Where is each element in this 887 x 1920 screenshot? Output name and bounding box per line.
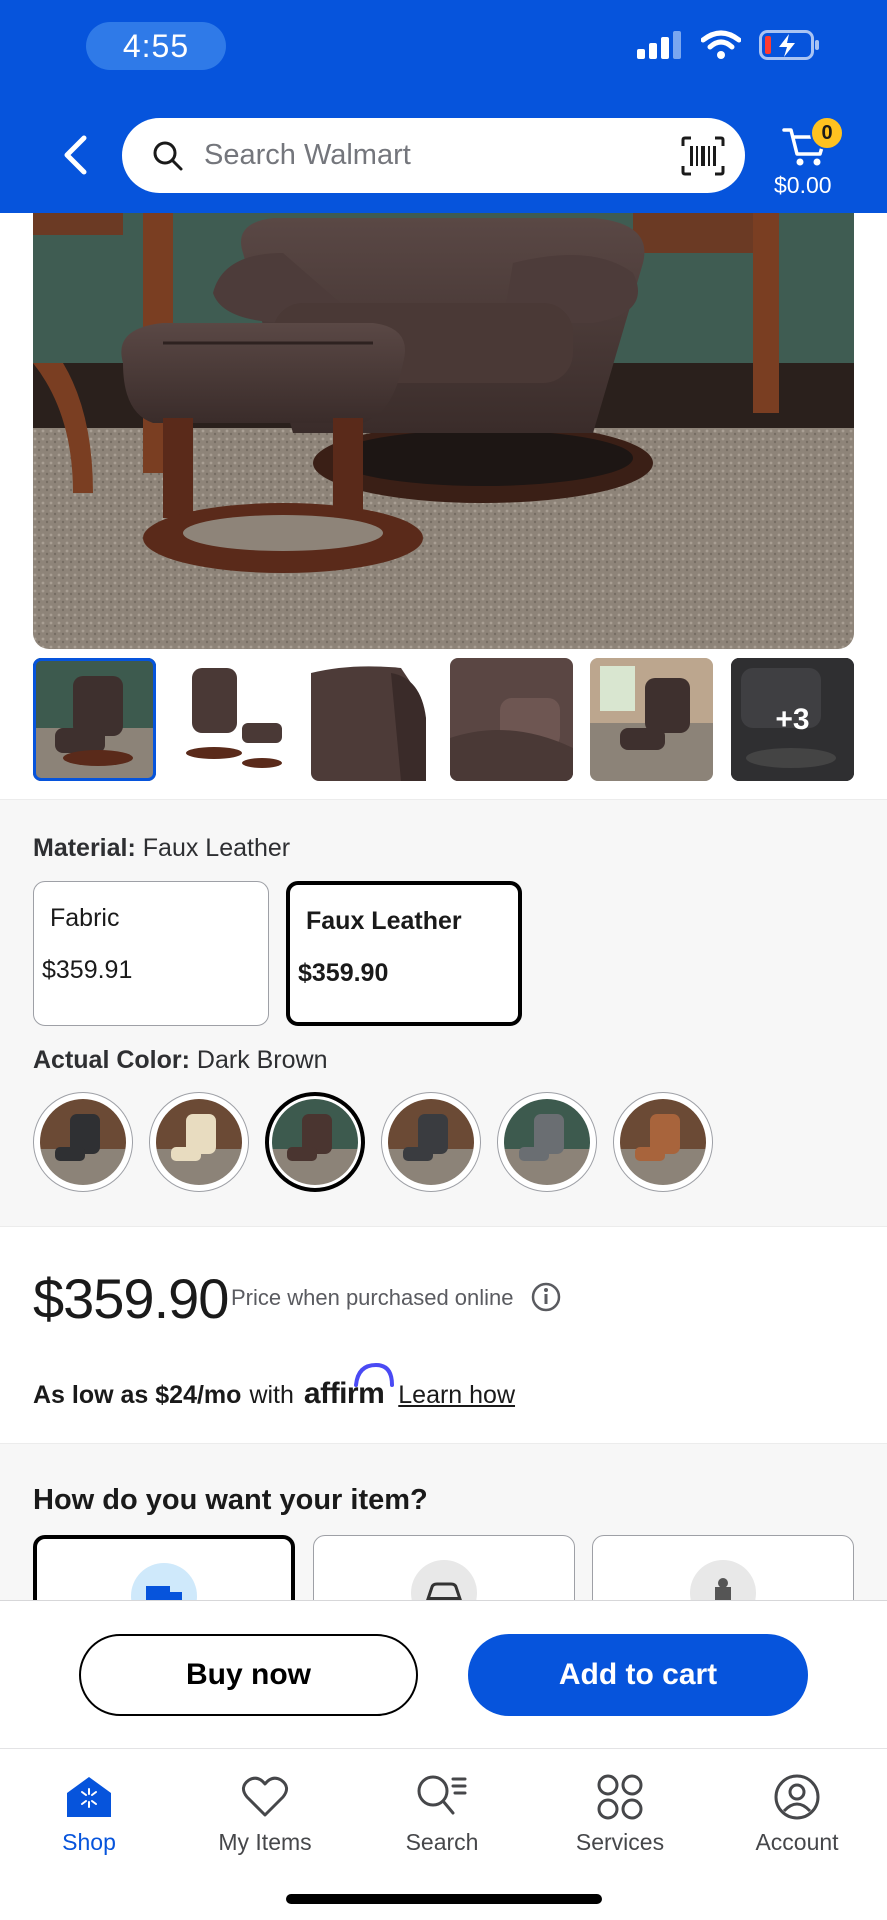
option-name: Faux Leather (306, 907, 462, 935)
search-icon (153, 141, 183, 170)
thumbnail-image (311, 666, 426, 781)
chevron-left-icon (64, 135, 87, 175)
purchase-action-bar: Buy now Add to cart (0, 1600, 887, 1748)
option-name: Fabric (50, 904, 120, 932)
cart-button[interactable]: 0 $0.00 (770, 116, 870, 206)
fulfillment-option-shipping[interactable] (33, 1535, 295, 1600)
more-images-count: +3 (775, 702, 810, 736)
tab-label: Shop (62, 1829, 116, 1855)
thumbnail-image (450, 658, 573, 781)
thumbnail-4[interactable] (450, 658, 573, 781)
affirm-logo: affirm (304, 1363, 394, 1411)
with-text: with (249, 1381, 294, 1409)
battery-charging-icon (759, 30, 819, 60)
color-swatch-gray[interactable] (497, 1092, 597, 1192)
color-swatch-black[interactable] (33, 1092, 133, 1192)
price-note: Price when purchased online (231, 1285, 514, 1310)
thumbnail-2[interactable] (172, 658, 295, 781)
tab-shop[interactable]: Shop (14, 1769, 164, 1869)
material-value: Faux Leather (142, 834, 291, 862)
color-label: Actual Color: (33, 1046, 190, 1074)
services-grid-icon (597, 1774, 643, 1820)
thumbnail-5[interactable] (590, 658, 713, 781)
color-swatch-tan[interactable] (613, 1092, 713, 1192)
fulfillment-title: How do you want your item? (33, 1484, 428, 1516)
back-button[interactable] (50, 130, 100, 180)
swatch-image (388, 1099, 474, 1185)
delivery-icon (690, 1560, 756, 1600)
tab-label: Services (575, 1829, 665, 1855)
product-main-image[interactable] (33, 213, 854, 649)
add-to-cart-button[interactable]: Add to cart (468, 1634, 808, 1716)
affirm-arc-icon (353, 1363, 394, 1387)
cart-total: $0.00 (774, 172, 832, 198)
cart-count-badge: 0 (810, 116, 844, 150)
thumbnail-3[interactable] (311, 658, 434, 781)
swatch-image (272, 1099, 358, 1185)
material-label-row: Material: Faux Leather (33, 834, 290, 863)
tab-my-items[interactable]: My Items (190, 1769, 340, 1869)
shop-home-icon (67, 1777, 111, 1817)
color-value: Dark Brown (196, 1046, 328, 1074)
barcode-scan-icon[interactable] (681, 136, 725, 176)
thumbnail-image (590, 658, 713, 781)
status-time: 4:55 (86, 22, 226, 70)
shipping-icon (131, 1563, 197, 1600)
search-placeholder: Search Walmart (204, 139, 411, 171)
swatch-image (40, 1099, 126, 1185)
fulfillment-option-delivery[interactable] (592, 1535, 854, 1600)
status-icons (637, 30, 821, 60)
fulfillment-option-pickup[interactable] (313, 1535, 575, 1600)
buy-now-button[interactable]: Buy now (79, 1634, 418, 1716)
thumbnail-image (186, 668, 282, 768)
search-input[interactable]: Search Walmart (122, 118, 745, 193)
pickup-car-icon (411, 1560, 477, 1600)
wifi-icon (701, 30, 741, 59)
image-thumbnails: +3 (33, 658, 854, 781)
product-price: $359.90 (33, 1267, 229, 1330)
home-indicator (286, 1894, 602, 1904)
swatch-image (504, 1099, 590, 1185)
tab-label: Search (405, 1829, 479, 1855)
app-header: 4:55 Search Walmart 0 $0.00 (0, 0, 887, 213)
thumbnail-more[interactable]: +3 (731, 658, 854, 781)
tab-label: My Items (218, 1829, 312, 1855)
fulfillment-section: How do you want your item? (0, 1443, 887, 1600)
color-swatch-dark-gray[interactable] (381, 1092, 481, 1192)
swatch-image (156, 1099, 242, 1185)
swatch-image (620, 1099, 706, 1185)
search-list-icon (417, 1775, 467, 1815)
signal-icon (637, 31, 681, 59)
color-swatch-dark-brown[interactable] (265, 1092, 365, 1192)
color-swatch-cream[interactable] (149, 1092, 249, 1192)
thumbnail-1[interactable] (33, 658, 156, 781)
tab-services[interactable]: Services (545, 1769, 695, 1869)
option-price: $359.91 (42, 956, 133, 984)
as-low-as-text: As low as $24/mo (33, 1381, 242, 1409)
color-label-row: Actual Color: Dark Brown (33, 1046, 328, 1075)
option-price: $359.90 (298, 959, 389, 987)
info-icon[interactable] (530, 1281, 562, 1313)
recliner-with-ottoman-photo (33, 213, 854, 649)
financing-row: As low as $24/mo with affirm Learn how (33, 1363, 515, 1411)
material-option-fabric[interactable]: Fabric $359.91 (33, 881, 269, 1026)
tab-search[interactable]: Search (367, 1769, 517, 1869)
tab-label: Account (755, 1829, 839, 1855)
account-icon (774, 1774, 820, 1820)
tab-account[interactable]: Account (722, 1769, 872, 1869)
material-label: Material: (33, 834, 136, 862)
thumbnail-image (33, 658, 156, 781)
material-option-faux-leather[interactable]: Faux Leather $359.90 (286, 881, 522, 1026)
heart-icon (242, 1776, 288, 1817)
learn-how-link[interactable]: Learn how (398, 1381, 515, 1410)
